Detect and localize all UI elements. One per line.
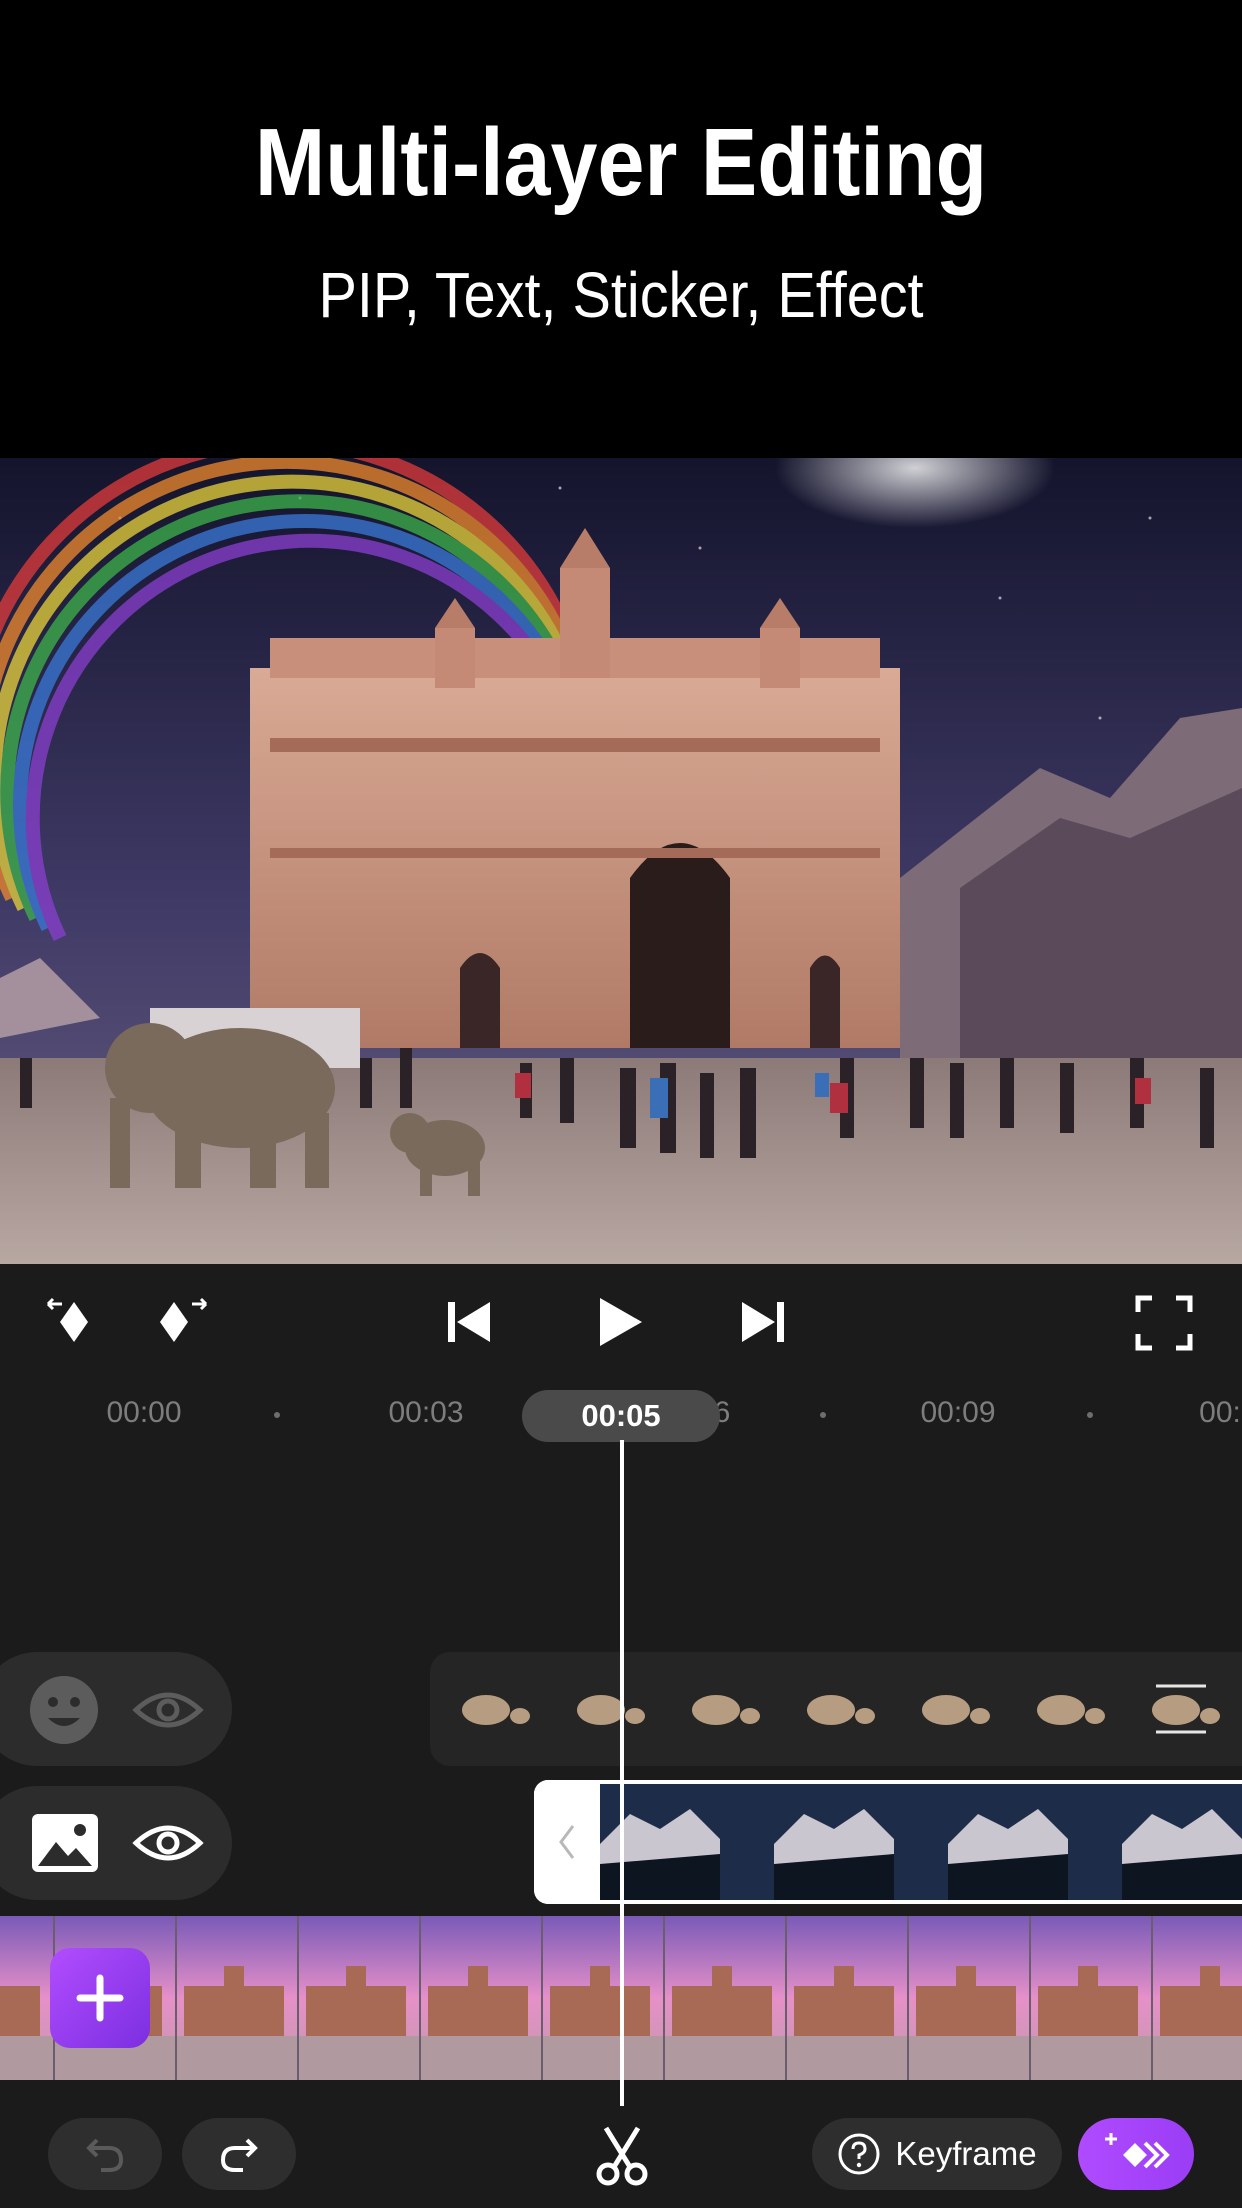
playhead[interactable] bbox=[620, 1440, 624, 2106]
redo-icon bbox=[220, 2138, 258, 2172]
promo-title: Multi-layer Editing bbox=[254, 109, 988, 216]
plus-icon bbox=[76, 1974, 124, 2022]
ai-keyframe-button[interactable] bbox=[1078, 2118, 1194, 2190]
skip-forward-icon[interactable] bbox=[736, 1298, 790, 1346]
image-icon[interactable] bbox=[30, 1810, 100, 1876]
promo-header: Multi-layer Editing PIP, Text, Sticker, … bbox=[0, 0, 1242, 458]
ruler-tick bbox=[274, 1412, 280, 1418]
scissors-icon bbox=[596, 2126, 648, 2186]
add-clip-button[interactable] bbox=[50, 1948, 150, 2048]
keyframe-label: Keyframe bbox=[895, 2135, 1037, 2172]
fullscreen-icon[interactable] bbox=[1134, 1294, 1194, 1352]
sticker-track-clip[interactable] bbox=[430, 1652, 1242, 1766]
ruler-tick bbox=[1087, 1412, 1093, 1418]
question-icon bbox=[838, 2133, 880, 2175]
keyframe-button[interactable]: Keyframe bbox=[812, 2118, 1062, 2190]
keyframe-next-icon[interactable] bbox=[148, 1292, 212, 1352]
sparkle-keyframe-icon bbox=[1105, 2133, 1170, 2169]
redo-button[interactable] bbox=[182, 2118, 296, 2190]
current-time-badge: 00:05 bbox=[522, 1390, 720, 1442]
video-preview[interactable] bbox=[0, 458, 1242, 1264]
pip-track-controls bbox=[0, 1786, 232, 1900]
promo-subtitle: PIP, Text, Sticker, Effect bbox=[318, 259, 924, 331]
ruler-tick bbox=[820, 1412, 826, 1418]
sticker-track-controls bbox=[0, 1652, 232, 1766]
eye-icon[interactable] bbox=[132, 1680, 204, 1740]
trim-handle[interactable] bbox=[534, 1780, 600, 1904]
eye-icon[interactable] bbox=[132, 1813, 204, 1873]
ruler-label: 00: bbox=[1199, 1396, 1241, 1429]
ruler-label: 00:00 bbox=[106, 1396, 182, 1429]
ruler-label: 00:09 bbox=[920, 1396, 996, 1429]
skip-back-icon[interactable] bbox=[442, 1298, 496, 1346]
chevron-left-icon bbox=[559, 1825, 575, 1859]
ruler-label: 00:03 bbox=[388, 1396, 464, 1429]
split-button[interactable] bbox=[590, 2124, 654, 2188]
pip-track-clip[interactable] bbox=[534, 1780, 1242, 1904]
keyframe-prev-icon[interactable] bbox=[42, 1292, 106, 1352]
undo-button[interactable] bbox=[48, 2118, 162, 2190]
play-icon[interactable] bbox=[592, 1294, 648, 1350]
undo-icon bbox=[86, 2138, 124, 2172]
smiley-icon[interactable] bbox=[28, 1674, 100, 1746]
